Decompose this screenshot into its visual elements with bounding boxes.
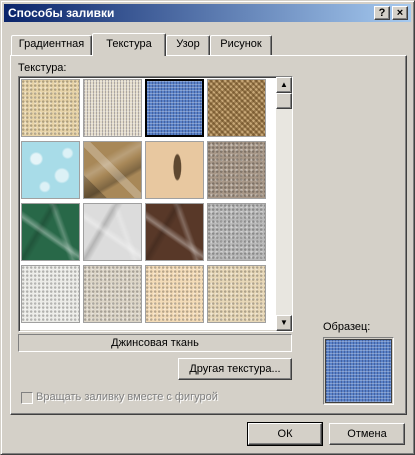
help-button[interactable]: ? (374, 6, 390, 20)
title-bar: Способы заливки ? × (4, 4, 411, 22)
texture-tile-brown-marble[interactable] (145, 203, 204, 261)
sample-preview (323, 337, 394, 405)
texture-tile-paper-bag[interactable] (83, 141, 142, 199)
texture-tile-sand[interactable] (207, 141, 266, 199)
rotate-fill-checkbox[interactable] (21, 392, 33, 404)
texture-tile-green-marble[interactable] (21, 203, 80, 261)
texture-tile-newsprint[interactable] (83, 265, 142, 323)
texture-scrollbar[interactable]: ▲ ▼ (276, 77, 292, 331)
other-texture-button[interactable]: Другая текстура... (178, 358, 292, 380)
texture-tile-canvas[interactable] (83, 79, 142, 137)
sample-swatch (325, 339, 392, 403)
tab-texture[interactable]: Текстура (92, 33, 166, 56)
texture-tile-denim[interactable] (145, 79, 204, 137)
sample-label: Образец: (323, 321, 371, 333)
texture-tile-recycled-paper[interactable] (21, 265, 80, 323)
texture-tile-stationery[interactable] (207, 265, 266, 323)
cancel-button[interactable]: Отмена (329, 423, 405, 445)
texture-tile-fish-fossil[interactable] (145, 141, 204, 199)
close-button[interactable]: × (392, 6, 408, 20)
ok-button[interactable]: ОК (247, 422, 323, 446)
tab-gradient[interactable]: Градиентная (11, 35, 92, 55)
fill-effects-dialog: Способы заливки ? × Градиентная Текстура… (0, 0, 415, 455)
texture-tile-water-droplets[interactable] (21, 141, 80, 199)
scroll-down-icon[interactable]: ▼ (276, 315, 292, 331)
tab-pattern[interactable]: Узор (166, 35, 210, 55)
texture-label: Текстура: (18, 62, 67, 74)
texture-tile-white-marble[interactable] (83, 203, 142, 261)
texture-tile-papyrus[interactable] (21, 79, 80, 137)
texture-tile-woven-mat[interactable] (207, 79, 266, 137)
scroll-up-icon[interactable]: ▲ (276, 77, 292, 93)
scroll-thumb[interactable] (276, 93, 292, 109)
texture-name-field: Джинсовая ткань (18, 334, 292, 352)
window-title: Способы заливки (8, 6, 115, 20)
rotate-fill-label: Вращать заливку вместе с фигурой (36, 391, 218, 403)
texture-tile-granite[interactable] (207, 203, 266, 261)
texture-grid: ▲ ▼ (18, 76, 293, 332)
texture-tile-parchment[interactable] (145, 265, 204, 323)
tab-picture[interactable]: Рисунок (210, 35, 272, 55)
